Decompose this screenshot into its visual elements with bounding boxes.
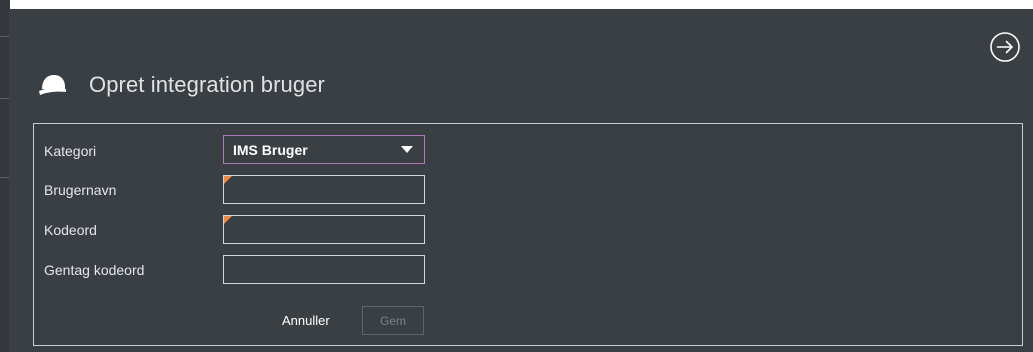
cap-icon [39, 75, 66, 95]
save-button[interactable]: Gem [362, 306, 424, 335]
save-button-label: Gem [379, 313, 406, 328]
password-label: Kodeord [44, 222, 97, 238]
username-input[interactable] [223, 175, 425, 204]
cancel-button[interactable]: Annuller [282, 310, 330, 332]
create-integration-user-dialog: Opret integration bruger Kategori IMS Br… [9, 9, 1033, 352]
dialog-header: Opret integration bruger [37, 65, 325, 105]
dialog-title: Opret integration bruger [89, 72, 325, 97]
arrow-right-circle-icon [990, 32, 1020, 62]
category-label: Kategori [44, 143, 97, 159]
password-input[interactable] [223, 215, 425, 244]
repeat-password-input[interactable] [223, 255, 425, 284]
username-label: Brugernavn [44, 182, 117, 198]
chevron-down-icon [401, 146, 413, 153]
category-selected-value: IMS Bruger [233, 141, 308, 158]
user-form: Kategori IMS Bruger Brugernavn Kodeord G… [33, 123, 1023, 346]
category-select[interactable]: IMS Bruger [223, 135, 425, 164]
exit-button[interactable] [989, 31, 1021, 63]
repeat-password-label: Gentag kodeord [44, 262, 145, 278]
